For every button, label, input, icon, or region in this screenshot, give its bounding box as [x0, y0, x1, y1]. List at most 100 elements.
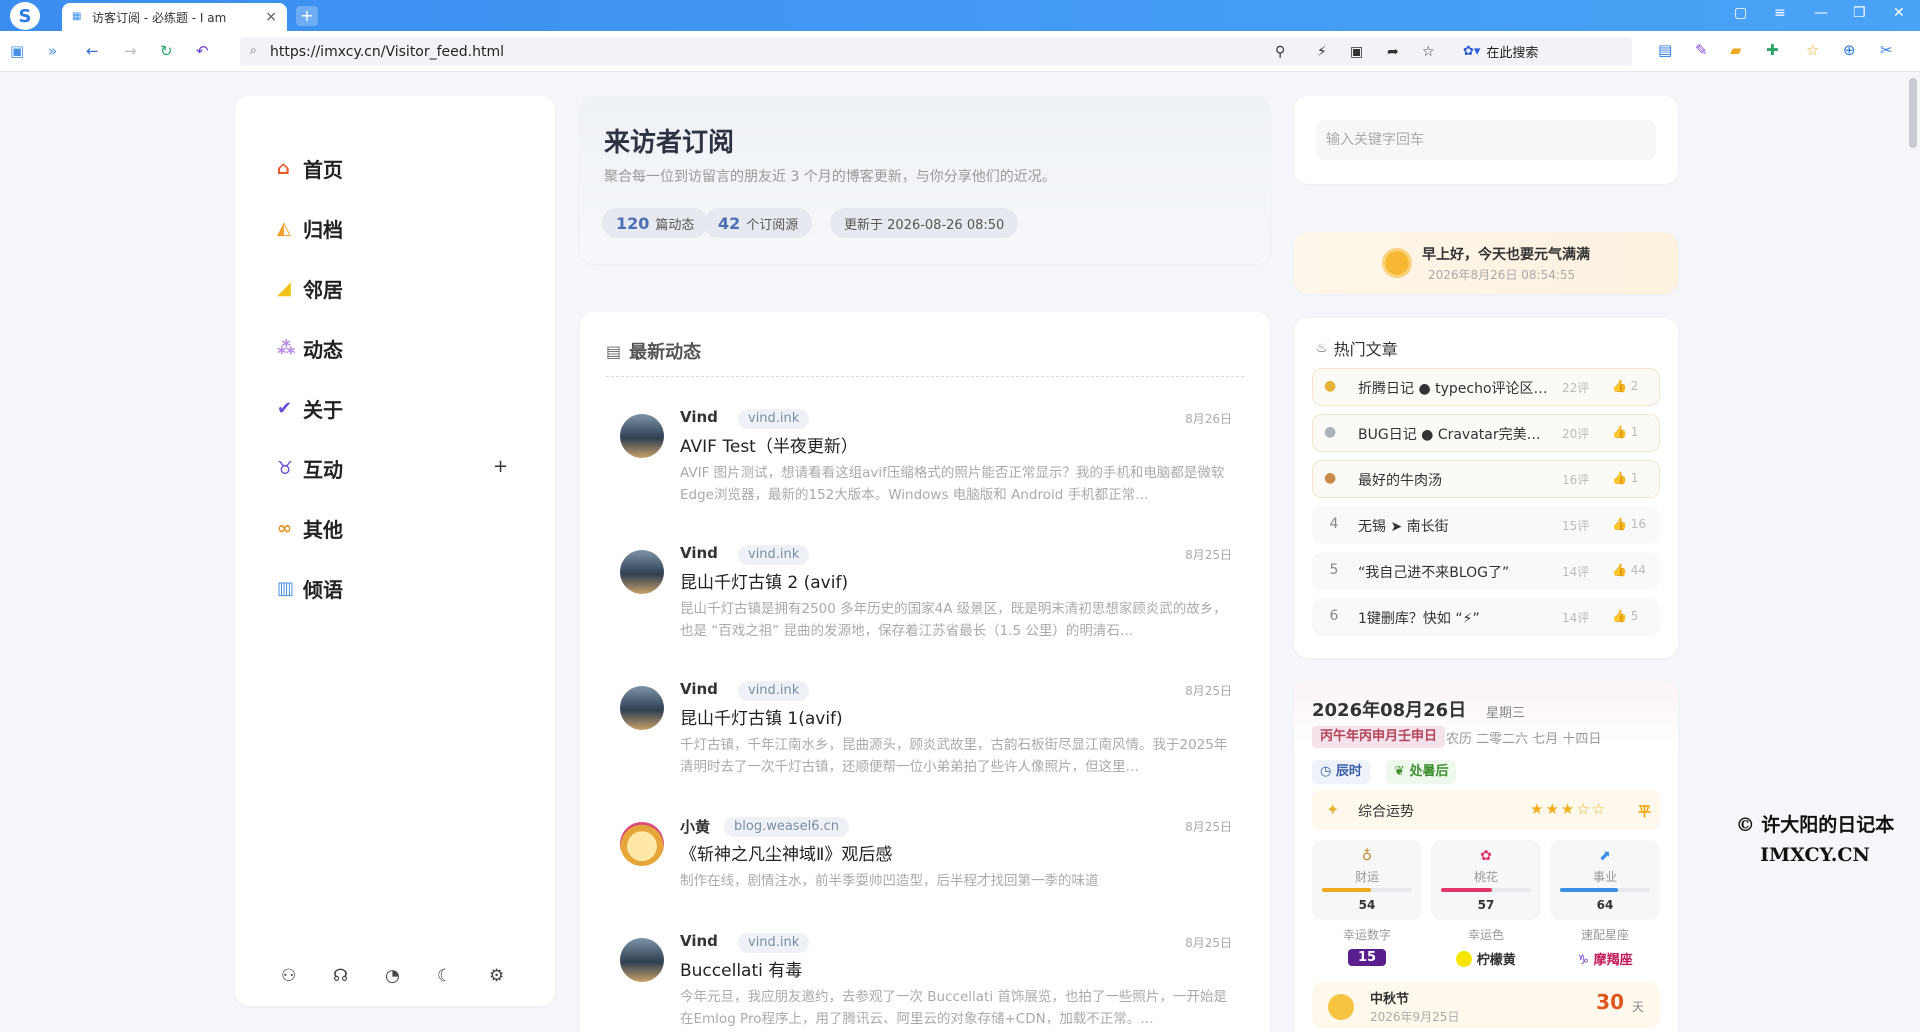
- calendar-card: 2026年08月26日 星期三 丙午年丙申月壬申日 农历 二零二六 七月 十四日…: [1294, 680, 1678, 1032]
- posts-label: 篇动态: [655, 217, 695, 233]
- folder-icon[interactable]: ▰: [1730, 41, 1742, 59]
- updated-badge: 更新于 2026-08-26 08:50: [830, 208, 1019, 238]
- browser-logo-icon[interactable]: S: [10, 2, 40, 30]
- hot-post-item[interactable]: ● BUG日记 ● Cravatar完美… 20评 👍 1: [1312, 414, 1660, 452]
- hot-post-item[interactable]: ● 最好的牛肉汤 16评 👍 1: [1312, 460, 1660, 498]
- nav-label: 倾语: [303, 578, 343, 602]
- post-title[interactable]: AVIF Test（半夜更新）: [680, 432, 858, 457]
- avatar[interactable]: [620, 414, 664, 458]
- sidebar-toggle-icon[interactable]: ▢: [1734, 5, 1747, 21]
- avatar[interactable]: [620, 822, 664, 866]
- post-domain[interactable]: vind.ink: [738, 933, 810, 953]
- left-nav: ⌂ 首页 ◭ 归档 ◢ 邻居 ⁂ 动态 ✔ 关于 ♉ 互动 + ∞ 其他 ▥ 倾…: [235, 96, 555, 1006]
- hot-post-comments: 14评: [1562, 611, 1590, 625]
- post-author[interactable]: Vind: [680, 680, 718, 698]
- translate-icon[interactable]: ▤: [1658, 41, 1672, 59]
- scissors-icon[interactable]: ✂: [1880, 41, 1893, 59]
- undo-icon[interactable]: ↶: [196, 42, 209, 60]
- post-author[interactable]: Vind: [680, 544, 718, 562]
- thumb-icon: 👍: [1612, 425, 1627, 439]
- url-field[interactable]: ⌕ https://imxcy.cn/Visitor_feed.html ⚲ ⚡…: [240, 37, 1632, 66]
- favorites-icon[interactable]: ☆: [1806, 41, 1819, 59]
- avatar[interactable]: [620, 686, 664, 730]
- share-icon[interactable]: ➦: [1387, 44, 1399, 60]
- post-title[interactable]: 昆山千灯古镇 2 (avif): [680, 568, 848, 593]
- moon-icon[interactable]: ☾: [437, 966, 452, 986]
- stat-label: 事业: [1592, 870, 1617, 884]
- nav-words[interactable]: ▥ 倾语: [277, 574, 343, 603]
- extension-icon[interactable]: ✚: [1766, 41, 1779, 59]
- nav-archive[interactable]: ◭ 归档: [277, 214, 343, 243]
- hot-post-title[interactable]: 1键删库？快如 “⚡”: [1358, 608, 1558, 628]
- forward-icon[interactable]: →: [124, 42, 137, 60]
- page-scrollbar[interactable]: [1906, 72, 1920, 1032]
- search-icon: ⌕: [250, 43, 257, 57]
- nav-neighbors[interactable]: ◢ 邻居: [277, 274, 343, 303]
- activity-icon[interactable]: ◔: [385, 966, 400, 986]
- back-icon[interactable]: ←: [86, 42, 99, 60]
- hot-post-title[interactable]: “我自己进不来BLOG了”: [1358, 562, 1558, 582]
- post-domain[interactable]: vind.ink: [738, 409, 810, 429]
- site-search-input[interactable]: 输入关键字回车: [1316, 120, 1656, 160]
- hot-post-item[interactable]: ● 折腾日记 ● typecho评论区… 22评 👍 2: [1312, 368, 1660, 406]
- hot-post-item[interactable]: 5 “我自己进不来BLOG了” 14评 👍 44: [1312, 552, 1660, 590]
- window-close-icon[interactable]: ✕: [1893, 5, 1905, 21]
- headphones-icon[interactable]: ☊: [333, 966, 348, 986]
- nav-about[interactable]: ✔ 关于: [277, 394, 343, 423]
- hot-post-title[interactable]: 无锡 ➤ 南长街: [1358, 516, 1558, 536]
- tab-close-icon[interactable]: ×: [265, 9, 277, 25]
- hot-post-likes: 👍 1: [1612, 425, 1638, 439]
- post-title[interactable]: 昆山千灯古镇 1(avif): [680, 704, 843, 729]
- settings-gear-icon[interactable]: ⚙: [489, 966, 504, 986]
- lightning-icon[interactable]: ⚡: [1317, 44, 1327, 60]
- posts-count-badge: 120 篇动态: [602, 208, 709, 238]
- new-tab-button[interactable]: +: [296, 6, 318, 26]
- avatar[interactable]: [620, 938, 664, 982]
- book-icon: ▥: [277, 578, 295, 599]
- screenshot-icon[interactable]: ▣: [1350, 44, 1363, 60]
- divider: [606, 376, 1244, 377]
- download-icon[interactable]: ⊕: [1843, 41, 1856, 59]
- expand-plus-icon[interactable]: +: [493, 456, 508, 477]
- nav-home[interactable]: ⌂ 首页: [277, 154, 343, 183]
- key-icon[interactable]: ⚲: [1275, 44, 1285, 60]
- hot-post-title[interactable]: 最好的牛肉汤: [1358, 470, 1558, 490]
- hot-post-item[interactable]: 4 无锡 ➤ 南长街 15评 👍 16: [1312, 506, 1660, 544]
- fortune-row: ✦ 综合运势 ★★★☆☆ 平: [1312, 790, 1660, 830]
- hot-post-item[interactable]: 6 1键删库？快如 “⚡” 14评 👍 5: [1312, 598, 1660, 636]
- post-title[interactable]: Buccellati 有毒: [680, 956, 802, 981]
- favicon-icon: ▦: [72, 11, 82, 22]
- hot-heading: ♨ 热门文章: [1316, 336, 1398, 360]
- post-domain[interactable]: blog.weasel6.cn: [724, 817, 849, 837]
- user-icon[interactable]: ⚇: [281, 966, 296, 986]
- minimize-icon[interactable]: —: [1814, 5, 1828, 21]
- nav-interact[interactable]: ♉ 互动: [277, 454, 343, 483]
- sidebar-icon[interactable]: ▣: [10, 42, 24, 60]
- expand-icon[interactable]: »: [48, 42, 57, 60]
- hot-post-title[interactable]: 折腾日记 ● typecho评论区…: [1358, 378, 1558, 398]
- post-excerpt: 千灯古镇，千年江南水乡，昆曲源头，顾炎武故里，古韵石板街尽显江南风情。我于202…: [680, 737, 1228, 775]
- post-date: 8月25日: [1185, 684, 1232, 698]
- restore-icon[interactable]: ❐: [1853, 5, 1866, 21]
- scrollbar-thumb[interactable]: [1909, 78, 1917, 148]
- post-author[interactable]: 小黄: [680, 816, 710, 837]
- browser-tab[interactable]: ▦ 访客订阅 - 必练题 - I am ×: [62, 3, 287, 31]
- flame-icon: ♨: [1316, 340, 1328, 356]
- post-author[interactable]: Vind: [680, 932, 718, 950]
- post-domain[interactable]: vind.ink: [738, 545, 810, 565]
- post-author[interactable]: Vind: [680, 408, 718, 426]
- nav-moments[interactable]: ⁂ 动态: [277, 334, 343, 363]
- pen-icon[interactable]: ✎: [1695, 41, 1708, 59]
- page-content: ⌂ 首页 ◭ 归档 ◢ 邻居 ⁂ 动态 ✔ 关于 ♉ 互动 + ∞ 其他 ▥ 倾…: [0, 72, 1920, 1032]
- hot-post-title[interactable]: BUG日记 ● Cravatar完美…: [1358, 424, 1558, 444]
- avatar[interactable]: [620, 550, 664, 594]
- menu-icon[interactable]: ≡: [1774, 5, 1786, 21]
- post-domain[interactable]: vind.ink: [738, 681, 810, 701]
- reload-icon[interactable]: ↻: [160, 42, 173, 60]
- engine-search-box[interactable]: ✿▾ 在此搜索: [1455, 37, 1631, 66]
- check-icon: ✔: [277, 398, 293, 419]
- nav-other[interactable]: ∞ 其他: [277, 514, 343, 543]
- post-title[interactable]: 《斩神之凡尘神域Ⅱ》观后感: [680, 840, 892, 865]
- bookmark-star-icon[interactable]: ☆: [1422, 44, 1435, 60]
- money-bag-icon: ♁: [1361, 848, 1373, 864]
